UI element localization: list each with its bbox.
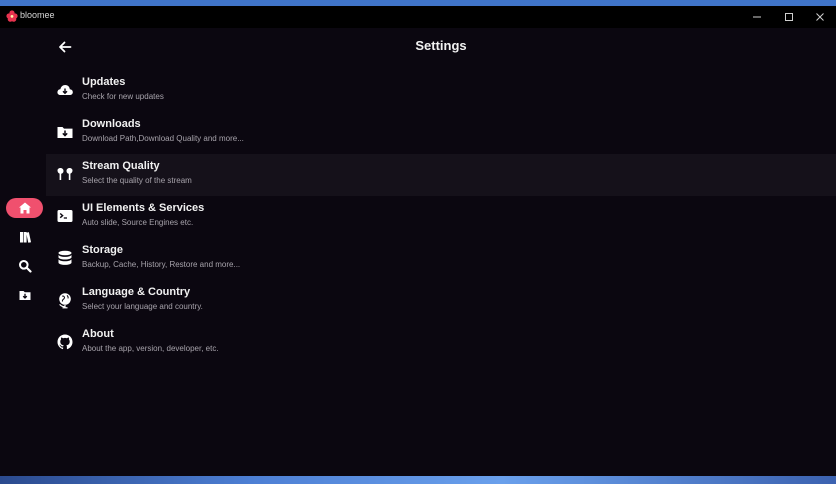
settings-item-title: About [82, 328, 114, 340]
settings-item-language-country[interactable]: Language & Country Select your language … [46, 280, 836, 322]
library-icon [19, 232, 31, 243]
settings-item-title: Stream Quality [82, 160, 160, 172]
settings-item-subtitle: Backup, Cache, History, Restore and more… [82, 260, 241, 269]
earbuds-icon [57, 168, 73, 180]
database-icon [58, 250, 72, 265]
folder-download-icon [57, 127, 73, 138]
globe-icon [59, 293, 71, 309]
settings-item-subtitle: Download Path,Download Quality and more.… [82, 134, 244, 143]
settings-item-storage[interactable]: Storage Backup, Cache, History, Restore … [46, 238, 836, 280]
bloomee-logo-icon [6, 10, 18, 22]
close-button[interactable] [805, 6, 835, 28]
nav-downloads-button[interactable] [6, 285, 43, 305]
minimize-button[interactable] [742, 6, 772, 28]
settings-item-about[interactable]: About About the app, version, developer,… [46, 322, 836, 364]
nav-library-button[interactable] [6, 227, 43, 247]
settings-item-subtitle: About the app, version, developer, etc. [82, 344, 219, 353]
settings-item-subtitle: Check for new updates [82, 92, 164, 101]
settings-item-title: Downloads [82, 118, 141, 130]
settings-item-ui-elements[interactable]: UI Elements & Services Auto slide, Sourc… [46, 196, 836, 238]
desktop-background [0, 476, 836, 484]
maximize-button[interactable] [774, 6, 804, 28]
nav-search-button[interactable] [6, 256, 43, 276]
cloud-download-icon [57, 85, 73, 95]
settings-item-downloads[interactable]: Downloads Download Path,Download Quality… [46, 112, 836, 154]
home-icon [18, 202, 31, 214]
settings-item-subtitle: Select your language and country. [82, 302, 203, 311]
page-title: Settings [415, 38, 467, 53]
settings-item-subtitle: Select the quality of the stream [82, 176, 192, 185]
github-icon [57, 334, 73, 350]
settings-item-title: Updates [82, 76, 126, 88]
settings-item-title: UI Elements & Services [82, 202, 205, 214]
nav-home-button[interactable] [6, 198, 43, 218]
settings-item-title: Language & Country [82, 286, 191, 298]
minimize-icon [753, 16, 761, 18]
search-icon [18, 260, 32, 273]
settings-item-updates[interactable]: Updates Check for new updates [46, 70, 836, 112]
settings-item-title: Storage [82, 244, 123, 256]
terminal-window-icon [57, 210, 73, 222]
maximize-icon [785, 13, 793, 21]
navigation-rail [0, 28, 46, 476]
title-bar[interactable]: bloomee [0, 6, 836, 28]
close-icon [816, 13, 824, 21]
settings-item-stream-quality[interactable]: Stream Quality Select the quality of the… [46, 154, 836, 196]
settings-page: Settings Updates Check for new updates D… [46, 28, 836, 476]
app-window: bloomee Settings Updates Check for new u… [0, 6, 836, 476]
settings-item-subtitle: Auto slide, Source Engines etc. [82, 218, 194, 227]
app-title: bloomee [20, 10, 55, 20]
folder-download-icon [19, 291, 30, 300]
